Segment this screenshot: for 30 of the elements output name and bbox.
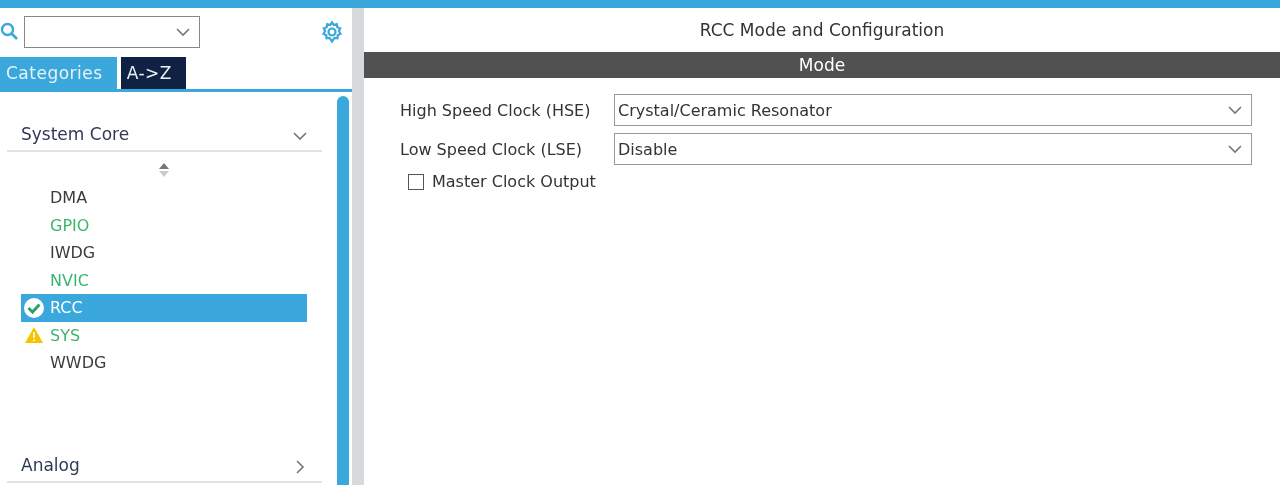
category-header[interactable]: System Core xyxy=(7,96,322,152)
item-label: IWDG xyxy=(50,243,96,263)
dropdown[interactable]: Crystal/Ceramic Resonator xyxy=(614,94,1252,126)
field-label: High Speed Clock (HSE) xyxy=(400,100,592,120)
item-label: GPIO xyxy=(50,215,90,235)
tab[interactable]: A->Z xyxy=(120,57,186,89)
tree-item[interactable]: IWDG xyxy=(21,239,307,267)
checkbox[interactable] xyxy=(408,173,424,190)
category-header[interactable]: Analog xyxy=(7,426,322,483)
settings-icon[interactable] xyxy=(320,20,344,44)
warning-icon xyxy=(23,326,44,345)
field-label: Low Speed Clock (LSE) xyxy=(400,139,584,159)
search-icon[interactable] xyxy=(0,22,20,42)
item-label: DMA xyxy=(50,188,88,208)
category-label: System Core xyxy=(21,124,130,144)
scrollbar[interactable] xyxy=(337,96,349,485)
search-field[interactable] xyxy=(24,16,200,48)
item-label: RCC xyxy=(50,298,83,318)
panel-title: RCC Mode and Configuration xyxy=(698,19,946,42)
tree-item[interactable]: DMA xyxy=(21,184,307,212)
category-label: Analog xyxy=(21,454,80,475)
tree-item[interactable]: WWDG xyxy=(21,349,307,377)
check-circle-icon xyxy=(22,296,45,319)
item-label: NVIC xyxy=(50,270,89,290)
sort-icon[interactable] xyxy=(157,162,170,178)
section-header: Mode xyxy=(364,52,1280,78)
checkbox-label: Master Clock Output xyxy=(432,172,596,191)
item-label: SYS xyxy=(50,325,81,345)
dropdown[interactable]: Disable xyxy=(614,133,1252,165)
item-label: WWDG xyxy=(50,353,107,373)
